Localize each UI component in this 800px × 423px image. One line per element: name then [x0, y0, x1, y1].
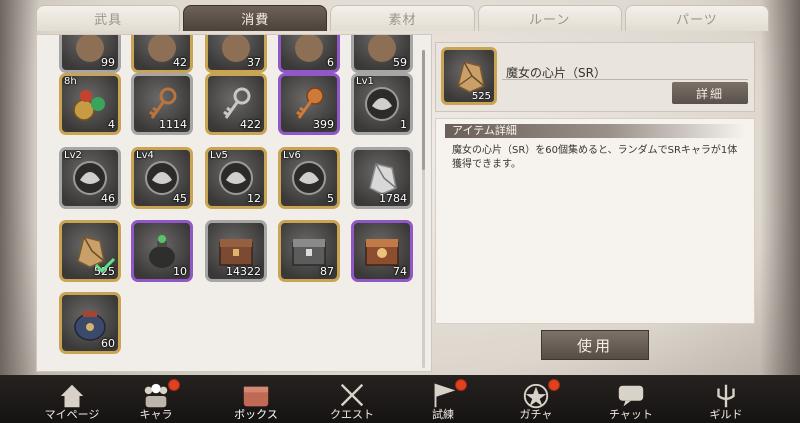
tab-materials[interactable]: 素材: [330, 5, 475, 31]
notification-badge: [455, 379, 467, 391]
item-quantity: 60: [101, 337, 115, 350]
item-quantity: 45: [173, 192, 187, 205]
partial-item-icon: [295, 35, 323, 62]
notification-badge: [168, 379, 180, 391]
selected-item-thumbnail: 525: [441, 47, 497, 105]
inventory-slot-partial-item[interactable]: 37: [205, 35, 267, 73]
item-description: 魔女の心片（SR）を60個集めると、ランダムでSRキャラが1体獲得できます。: [452, 145, 738, 170]
item-quantity: 10: [173, 265, 187, 278]
inventory-scrollbar[interactable]: [422, 50, 425, 368]
description-header-label: アイテム詳細: [452, 124, 517, 137]
crest-medallion-icon: [365, 87, 399, 121]
selected-check-icon: [94, 257, 116, 273]
inventory-slot-silver-shard[interactable]: 1784: [351, 147, 413, 209]
inventory-slot-partial-item[interactable]: 6: [278, 35, 340, 73]
details-button[interactable]: 詳細: [672, 82, 748, 104]
item-level-label: Lv6: [283, 150, 301, 161]
tab-consumables[interactable]: 消費: [183, 5, 328, 31]
category-tabs: 武具 消費 素材 ルーン パーツ: [36, 5, 770, 33]
inventory-slot-crest-medallion[interactable]: Lv1 1: [351, 73, 413, 135]
inventory-slot-bronze-key[interactable]: 1114: [131, 73, 193, 135]
nav-home[interactable]: マイページ: [26, 375, 118, 423]
background-edge-right: [760, 0, 800, 375]
use-button[interactable]: 使用: [541, 330, 649, 360]
inventory-slot-partial-item[interactable]: 59: [351, 35, 413, 73]
nav-label: 試練: [432, 408, 454, 421]
item-level-label: Lv2: [64, 150, 82, 161]
item-quantity: 1784: [379, 192, 407, 205]
item-quantity: 37: [247, 56, 261, 69]
item-quantity: 74: [393, 265, 407, 278]
inventory-slot-bronze-chest[interactable]: 14322: [205, 220, 267, 282]
item-quantity: 87: [320, 265, 334, 278]
item-quantity: 42: [173, 56, 187, 69]
coins-orbs-icon: [73, 90, 105, 121]
inventory-slot-gold-shard[interactable]: 525: [59, 220, 121, 282]
nav-gacha-star[interactable]: ガチャ: [490, 375, 582, 423]
nav-box[interactable]: ボックス: [210, 375, 302, 423]
item-level-label: Lv5: [210, 150, 228, 161]
nav-label: ボックス: [234, 408, 278, 421]
nav-label: マイページ: [44, 408, 100, 421]
inventory-grid: 99 42 37 6 59 8h 4 1114 422 399 Lv1 1 Lv2 46 Lv4 45 Lv5 1…: [36, 34, 432, 372]
background-edge-left: [0, 0, 40, 375]
item-quantity: 6: [327, 56, 334, 69]
item-quantity: 59: [393, 56, 407, 69]
nav-guild-trident[interactable]: ギルド: [680, 375, 772, 423]
nav-characters[interactable]: キャラ: [110, 375, 202, 423]
notification-badge: [548, 379, 560, 391]
item-quantity: 99: [101, 56, 115, 69]
item-quantity: 4: [108, 118, 115, 131]
nav-label: クエスト: [330, 408, 374, 421]
inventory-slot-ornate-chest[interactable]: 74: [351, 220, 413, 282]
nav-crossed-swords[interactable]: クエスト: [306, 375, 398, 423]
bottom-navigation: マイページ キャラ ボックス クエスト 試練 ガチャ チャット ギルド: [0, 375, 800, 423]
inventory-slot-crest-medallion[interactable]: Lv2 46: [59, 147, 121, 209]
inventory-slot-ornate-key[interactable]: 399: [278, 73, 340, 135]
inventory-slot-crest-medallion[interactable]: Lv6 5: [278, 147, 340, 209]
nav-flag[interactable]: 試練: [397, 375, 489, 423]
item-name-divider: [502, 79, 748, 80]
tab-weapons[interactable]: 武具: [36, 5, 181, 31]
nav-chat[interactable]: チャット: [585, 375, 677, 423]
item-quantity: 12: [247, 192, 261, 205]
nav-label: キャラ: [139, 408, 173, 421]
nav-label: ガチャ: [519, 408, 553, 421]
inventory-slot-silver-chest[interactable]: 87: [278, 220, 340, 282]
nav-label: ギルド: [709, 408, 743, 421]
inventory-slot-crest-medallion[interactable]: Lv4 45: [131, 147, 193, 209]
inventory-slot-crest-medallion[interactable]: Lv5 12: [205, 147, 267, 209]
inventory-slot-potion-pot[interactable]: 10: [131, 220, 193, 282]
item-level-label: 8h: [64, 76, 77, 87]
item-quantity: 46: [101, 192, 115, 205]
item-quantity: 14322: [226, 265, 261, 278]
crest-medallion-icon: [292, 161, 326, 195]
item-level-label: Lv1: [356, 76, 374, 87]
inventory-slot-silver-key[interactable]: 422: [205, 73, 267, 135]
inventory-slot-partial-item[interactable]: 42: [131, 35, 193, 73]
item-quantity: 422: [240, 118, 261, 131]
scrollbar-thumb[interactable]: [422, 50, 425, 170]
inventory-slot-partial-item[interactable]: 99: [59, 35, 121, 73]
item-quantity: 1: [400, 118, 407, 131]
item-quantity: 5: [327, 192, 334, 205]
nav-label: チャット: [609, 408, 653, 421]
inventory-slot-coins-orbs[interactable]: 8h 4: [59, 73, 121, 135]
item-quantity: 1114: [159, 118, 187, 131]
item-quantity: 399: [313, 118, 334, 131]
inventory-slot-treasure-bag[interactable]: 60: [59, 292, 121, 354]
tab-parts[interactable]: パーツ: [624, 5, 770, 31]
item-level-label: Lv4: [136, 150, 154, 161]
selected-item-quantity: 525: [471, 91, 491, 102]
tab-runes[interactable]: ルーン: [477, 5, 622, 31]
gold-shard-icon: [457, 61, 485, 93]
